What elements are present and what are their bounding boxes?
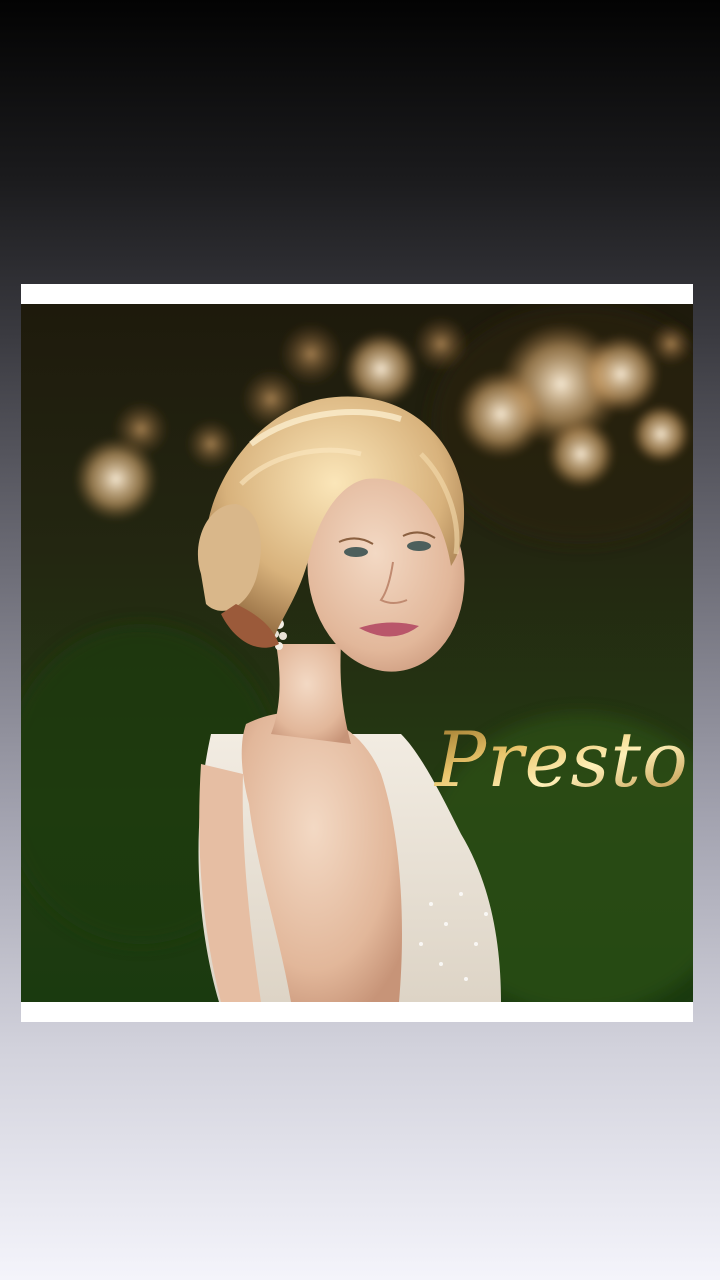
post-frame: Presto xyxy=(21,284,693,1022)
bride-portrait-photo: Presto xyxy=(21,304,693,1002)
logo-text: Presto xyxy=(433,715,685,804)
portrait-illustration xyxy=(21,304,693,1002)
presto-logo: Presto xyxy=(433,715,685,804)
story-viewer: { "post": { "logo_text": "Presto", "acce… xyxy=(0,0,720,1280)
